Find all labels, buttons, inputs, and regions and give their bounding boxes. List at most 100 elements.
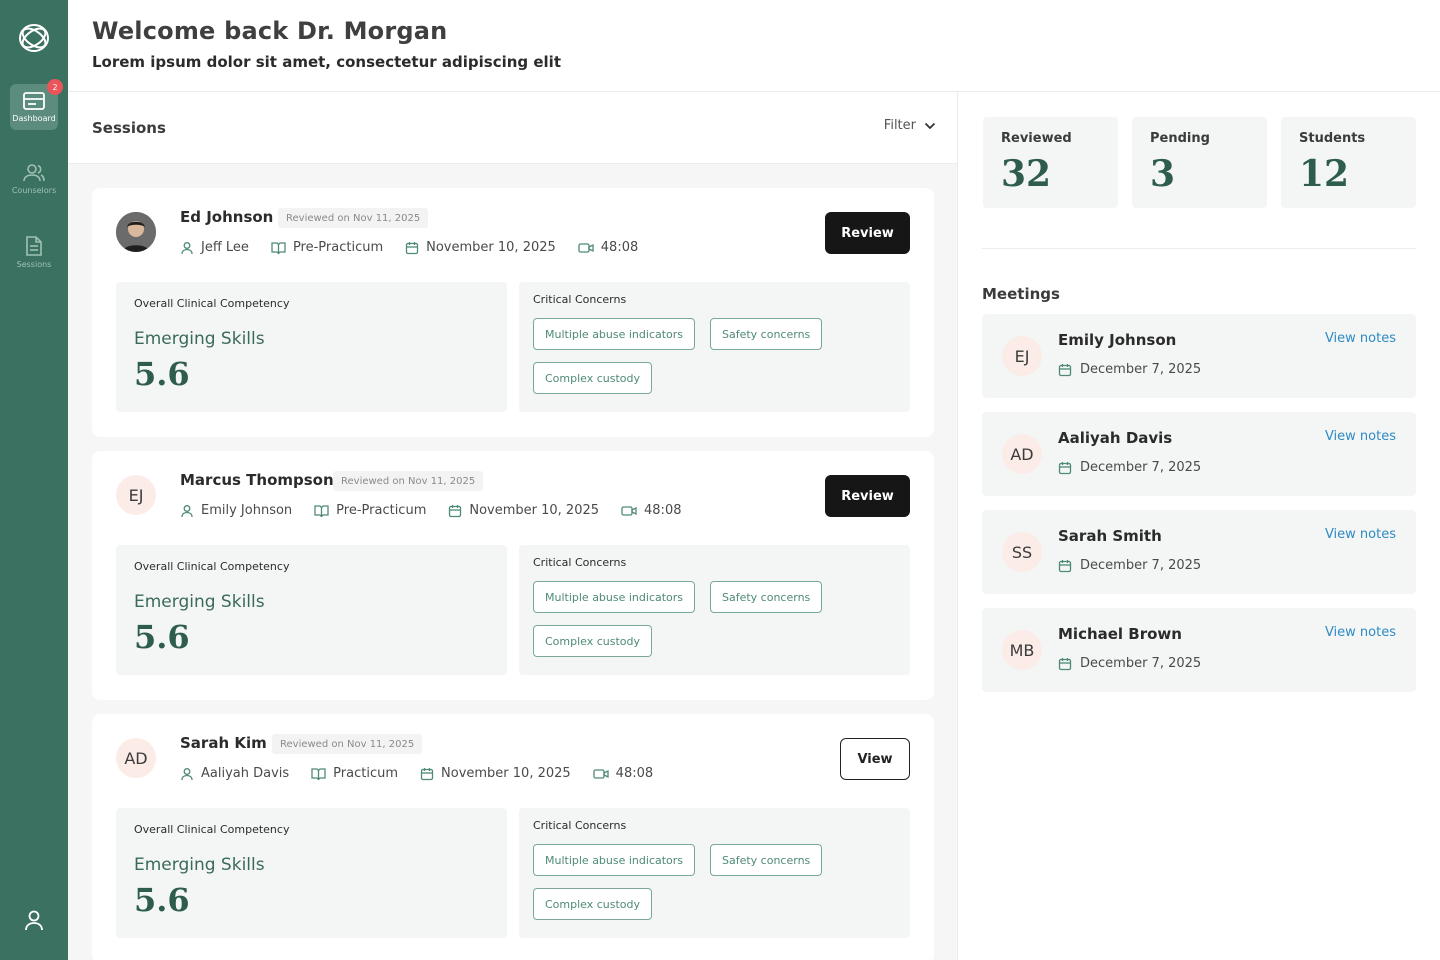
nav-dashboard[interactable]: Dashboard 2: [10, 79, 63, 130]
competency-level: Emerging Skills: [134, 592, 265, 612]
stat-pending: Pending 3: [1132, 117, 1267, 208]
calendar-icon: [1058, 363, 1072, 376]
program: Pre-Practicum: [271, 240, 383, 255]
nav-sessions[interactable]: Sessions: [10, 228, 58, 274]
student-avatar: AD: [116, 738, 156, 778]
stat-students: Students 12: [1281, 117, 1416, 208]
concern-tag[interactable]: Safety concerns: [710, 581, 823, 613]
nav-sessions-label: Sessions: [16, 260, 52, 269]
concern-tag[interactable]: Safety concerns: [710, 318, 823, 350]
concern-tag[interactable]: Complex custody: [533, 362, 653, 394]
concern-tag[interactable]: Complex custody: [533, 625, 653, 657]
person-icon: [181, 241, 193, 254]
session-duration: 48:08: [621, 503, 681, 518]
meeting-date: December 7, 2025: [1058, 558, 1201, 573]
competency-panel: Overall Clinical Competency Emerging Ski…: [116, 545, 507, 675]
concern-tag[interactable]: Safety concerns: [710, 844, 823, 876]
session-meta: Emily Johnson Pre-Practicum November 10,…: [180, 503, 681, 518]
stat-value: 12: [1299, 153, 1350, 195]
meeting-date-text: December 7, 2025: [1080, 558, 1202, 573]
student-avatar: EJ: [116, 475, 156, 515]
calendar-icon: [1058, 657, 1072, 670]
view-notes-link[interactable]: View notes: [1325, 331, 1396, 346]
competency-label: Overall Clinical Competency: [134, 297, 290, 310]
stat-value: 3: [1150, 153, 1176, 195]
session-card: AD Sarah Kim Reviewed on Nov 11, 2025 Aa…: [92, 714, 934, 960]
view-button[interactable]: View: [840, 738, 910, 780]
meeting-date-text: December 7, 2025: [1080, 460, 1202, 475]
dashboard-icon: [23, 92, 45, 110]
program-name: Practicum: [333, 766, 399, 781]
meeting-date-text: December 7, 2025: [1080, 656, 1202, 671]
date-text: November 10, 2025: [441, 766, 571, 781]
calendar-icon: [449, 504, 462, 517]
concerns-label: Critical Concerns: [533, 293, 627, 306]
competency-score: 5.6: [134, 618, 190, 656]
meeting-date: December 7, 2025: [1058, 460, 1201, 475]
book-icon: [311, 768, 326, 780]
document-icon: [26, 236, 42, 256]
meeting-name: Emily Johnson: [1058, 331, 1177, 349]
logo-icon[interactable]: [16, 21, 52, 55]
video-icon: [621, 505, 637, 516]
counselor: Emily Johnson: [180, 503, 292, 518]
session-meta: Jeff Lee Pre-Practicum November 10, 2025…: [180, 240, 638, 255]
program: Practicum: [311, 766, 398, 781]
meeting-item: EJ Emily Johnson December 7, 2025 View n…: [982, 314, 1416, 398]
concerns-panel: Critical Concerns Multiple abuse indicat…: [519, 808, 910, 938]
session-duration: 48:08: [578, 240, 638, 255]
video-icon: [593, 768, 609, 779]
meeting-name: Aaliyah Davis: [1058, 429, 1173, 447]
session-card: Ed Johnson Reviewed on Nov 11, 2025 Jeff…: [92, 188, 934, 437]
counselor: Aaliyah Davis: [180, 766, 289, 781]
concern-tag[interactable]: Multiple abuse indicators: [533, 318, 696, 350]
program-name: Pre-Practicum: [292, 240, 384, 255]
meeting-avatar: AD: [1002, 434, 1042, 474]
notification-badge: 2: [47, 79, 63, 95]
session-date: November 10, 2025: [448, 503, 599, 518]
concerns-panel: Critical Concerns Multiple abuse indicat…: [519, 545, 910, 675]
filter-label: Filter: [883, 118, 916, 133]
view-notes-link[interactable]: View notes: [1325, 429, 1396, 444]
chevron-down-icon: [924, 122, 936, 129]
concern-tag[interactable]: Multiple abuse indicators: [533, 844, 696, 876]
nav-counselors[interactable]: Counselors: [10, 156, 58, 202]
sessions-panel: Sessions Filter Ed Johnson Reviewed on N…: [68, 92, 958, 960]
person-icon: [181, 767, 193, 780]
date-text: November 10, 2025: [469, 503, 600, 518]
meeting-date: December 7, 2025: [1058, 362, 1201, 377]
program: Pre-Practicum: [314, 503, 426, 518]
counselor-name: Jeff Lee: [201, 240, 249, 255]
user-icon[interactable]: [22, 908, 46, 932]
filter-dropdown[interactable]: Filter: [884, 118, 936, 133]
counselor-name: Emily Johnson: [201, 503, 293, 518]
competency-panel: Overall Clinical Competency Emerging Ski…: [116, 282, 507, 412]
session-date: November 10, 2025: [405, 240, 556, 255]
student-name: Ed Johnson: [180, 208, 274, 226]
meeting-name: Sarah Smith: [1058, 527, 1162, 545]
calendar-icon: [420, 767, 434, 780]
competency-level: Emerging Skills: [134, 855, 265, 875]
concern-tag[interactable]: Multiple abuse indicators: [533, 581, 696, 613]
view-notes-link[interactable]: View notes: [1325, 527, 1396, 542]
meeting-date: December 7, 2025: [1058, 656, 1201, 671]
meeting-avatar: SS: [1002, 532, 1042, 572]
concern-tag[interactable]: Complex custody: [533, 888, 653, 920]
review-button[interactable]: Review: [825, 212, 910, 254]
competency-level: Emerging Skills: [134, 329, 265, 349]
stat-label: Pending: [1150, 131, 1210, 146]
concerns-label: Critical Concerns: [533, 819, 627, 832]
reviewed-badge: Reviewed on Nov 11, 2025: [272, 734, 423, 754]
stat-value: 32: [1001, 153, 1052, 195]
date-text: November 10, 2025: [426, 240, 556, 255]
person-icon: [181, 504, 193, 517]
divider: [982, 248, 1416, 249]
meeting-item: SS Sarah Smith December 7, 2025 View not…: [982, 510, 1416, 594]
counselor: Jeff Lee: [180, 240, 249, 255]
sessions-title: Sessions: [92, 119, 166, 137]
competency-score: 5.6: [134, 881, 190, 919]
meeting-avatar: EJ: [1002, 336, 1042, 376]
review-button[interactable]: Review: [825, 475, 910, 517]
view-notes-link[interactable]: View notes: [1325, 625, 1396, 640]
nav-dashboard-label: Dashboard: [12, 114, 56, 123]
